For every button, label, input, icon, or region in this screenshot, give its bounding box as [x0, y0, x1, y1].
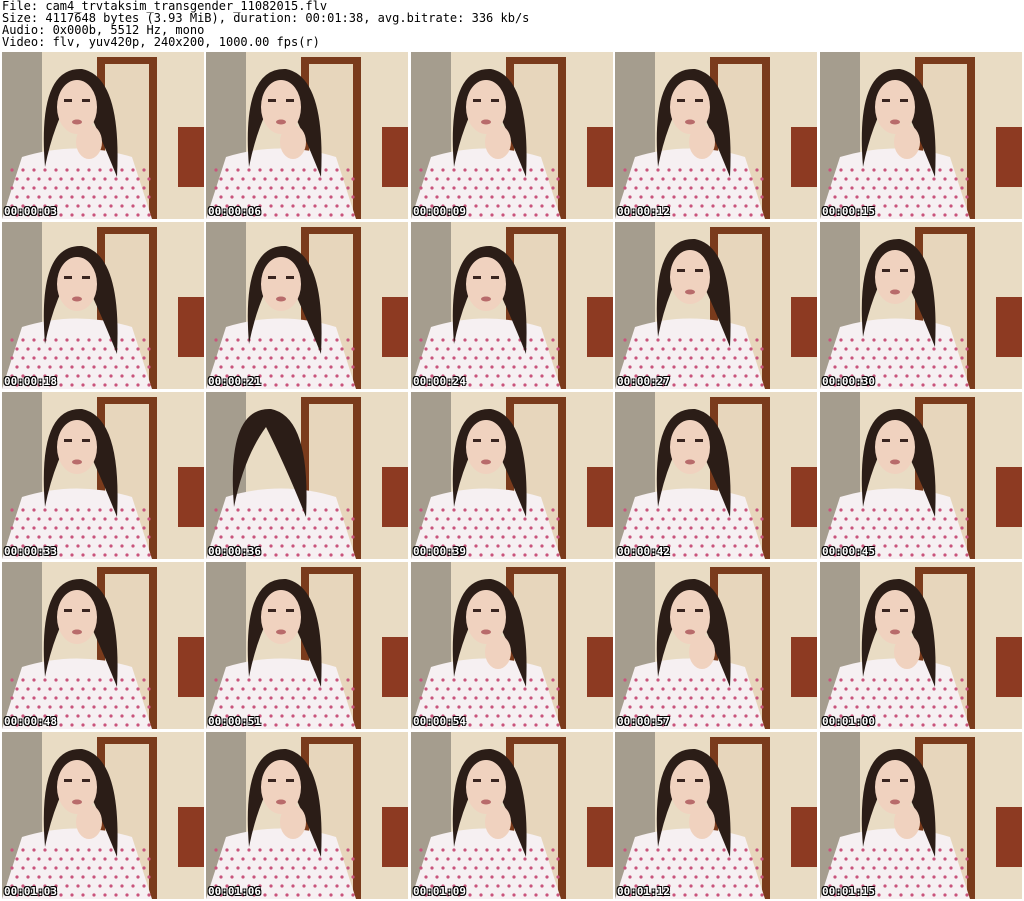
thumbnail-timestamp: 00:00:51 — [208, 715, 261, 728]
video-thumbnail: 00:00:06 — [206, 52, 408, 219]
thumbnail-frame-image — [615, 732, 817, 899]
thumbnail-frame-image — [206, 52, 408, 219]
thumbnail-timestamp: 00:00:24 — [413, 375, 466, 388]
thumbnail-timestamp: 00:00:48 — [4, 715, 57, 728]
video-thumbnail: 00:00:36 — [206, 392, 408, 559]
video-thumbnail: 00:00:48 — [2, 562, 204, 729]
thumbnail-frame-image — [411, 562, 613, 729]
video-thumbnail: 00:00:42 — [615, 392, 817, 559]
thumbnail-timestamp: 00:00:06 — [208, 205, 261, 218]
video-thumbnail: 00:00:54 — [411, 562, 613, 729]
thumbnail-timestamp: 00:00:09 — [413, 205, 466, 218]
thumbnail-timestamp: 00:00:03 — [4, 205, 57, 218]
video-thumbnail: 00:00:12 — [615, 52, 817, 219]
video-thumbnail: 00:00:39 — [411, 392, 613, 559]
thumbnail-frame-image — [206, 562, 408, 729]
video-thumbnail: 00:00:24 — [411, 222, 613, 389]
thumbnail-frame-image — [206, 222, 408, 389]
thumbnail-timestamp: 00:01:06 — [208, 885, 261, 898]
thumbnail-frame-image — [2, 52, 204, 219]
thumbnail-frame-image — [206, 392, 408, 559]
thumbnail-frame-image — [2, 732, 204, 899]
video-thumbnail: 00:00:30 — [820, 222, 1022, 389]
thumbnail-timestamp: 00:00:12 — [617, 205, 670, 218]
thumbnail-timestamp: 00:00:36 — [208, 545, 261, 558]
thumbnail-timestamp: 00:00:27 — [617, 375, 670, 388]
thumbnail-timestamp: 00:00:39 — [413, 545, 466, 558]
thumbnail-timestamp: 00:01:09 — [413, 885, 466, 898]
thumbnail-timestamp: 00:01:15 — [822, 885, 875, 898]
thumbnail-frame-image — [2, 222, 204, 389]
video-thumbnail: 00:00:03 — [2, 52, 204, 219]
video-thumbnail: 00:00:45 — [820, 392, 1022, 559]
thumbnail-timestamp: 00:00:33 — [4, 545, 57, 558]
thumbnail-timestamp: 00:00:21 — [208, 375, 261, 388]
video-thumbnail: 00:00:21 — [206, 222, 408, 389]
video-thumbnail: 00:01:12 — [615, 732, 817, 899]
thumbnail-frame-image — [206, 732, 408, 899]
video-thumbnail: 00:01:06 — [206, 732, 408, 899]
thumbnail-timestamp: 00:00:54 — [413, 715, 466, 728]
file-info-header: File: cam4_trvtaksim_transgender_1108201… — [2, 0, 1022, 48]
thumbnail-timestamp: 00:01:00 — [822, 715, 875, 728]
video-thumbnail: 00:00:27 — [615, 222, 817, 389]
thumbnail-frame-image — [820, 392, 1022, 559]
video-thumbnail: 00:01:03 — [2, 732, 204, 899]
thumbnail-timestamp: 00:00:15 — [822, 205, 875, 218]
thumbnail-timestamp: 00:00:45 — [822, 545, 875, 558]
video-thumbnail: 00:00:51 — [206, 562, 408, 729]
thumbnail-frame-image — [820, 562, 1022, 729]
video-thumbnail: 00:01:15 — [820, 732, 1022, 899]
video-thumbnail: 00:00:33 — [2, 392, 204, 559]
thumbnail-frame-image — [615, 562, 817, 729]
thumbnail-timestamp: 00:00:30 — [822, 375, 875, 388]
thumbnail-frame-image — [2, 392, 204, 559]
thumbnail-frame-image — [411, 392, 613, 559]
thumbnail-timestamp: 00:01:03 — [4, 885, 57, 898]
thumbnail-frame-image — [615, 392, 817, 559]
video-info-line: Video: flv, yuv420p, 240x200, 1000.00 fp… — [2, 35, 320, 49]
thumbnail-frame-image — [2, 562, 204, 729]
thumbnail-frame-image — [411, 222, 613, 389]
thumbnail-frame-image — [820, 732, 1022, 899]
video-thumbnail: 00:00:18 — [2, 222, 204, 389]
video-thumbnail: 00:01:00 — [820, 562, 1022, 729]
thumbnail-frame-image — [411, 52, 613, 219]
thumbnail-timestamp: 00:01:12 — [617, 885, 670, 898]
video-thumbnail: 00:01:09 — [411, 732, 613, 899]
thumbnail-timestamp: 00:00:42 — [617, 545, 670, 558]
thumbnail-frame-image — [615, 222, 817, 389]
thumbnail-grid: 00:00:03 00:00:06 00:00:09 00:00:12 00:0… — [2, 52, 1024, 901]
thumbnail-frame-image — [820, 52, 1022, 219]
thumbnail-timestamp: 00:00:18 — [4, 375, 57, 388]
video-thumbnail: 00:00:57 — [615, 562, 817, 729]
thumbnail-frame-image — [411, 732, 613, 899]
thumbnail-frame-image — [820, 222, 1022, 389]
thumbnail-frame-image — [615, 52, 817, 219]
thumbnail-timestamp: 00:00:57 — [617, 715, 670, 728]
video-thumbnail: 00:00:15 — [820, 52, 1022, 219]
video-thumbnail: 00:00:09 — [411, 52, 613, 219]
